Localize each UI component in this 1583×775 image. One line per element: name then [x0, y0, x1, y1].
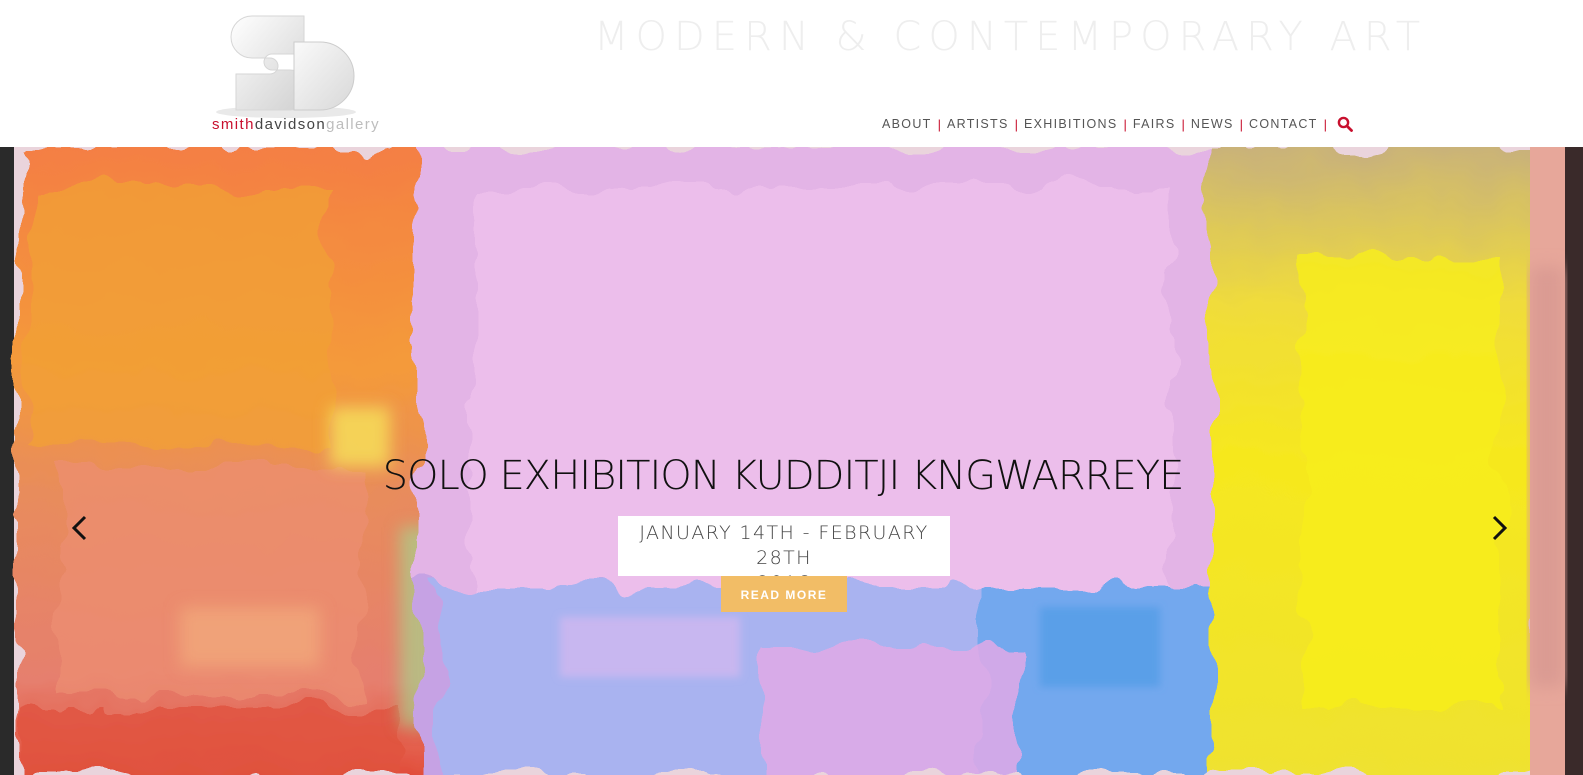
main-nav: ABOUT | ARTISTS | EXHIBITIONS | FAIRS | …: [882, 116, 1353, 132]
nav-separator: |: [1323, 116, 1327, 132]
nav-item-news[interactable]: NEWS: [1191, 117, 1234, 131]
sd-logo-mark-icon: [216, 15, 356, 118]
site-tagline: MODERN & CONTEMPORARY ART: [594, 14, 1428, 60]
chevron-left-icon[interactable]: [68, 513, 92, 543]
exhibition-date-range: JANUARY 14TH - FEBRUARY 28TH: [639, 522, 929, 569]
nav-item-artists[interactable]: ARTISTS: [947, 117, 1009, 131]
nav-separator: |: [1014, 116, 1019, 132]
nav-separator: |: [1239, 116, 1244, 132]
nav-separator: |: [1181, 116, 1185, 132]
nav-separator: |: [1123, 116, 1127, 132]
logo-word-gallery: gallery: [326, 116, 381, 133]
read-more-button[interactable]: READ MORE: [721, 576, 847, 612]
nav-item-exhibitions[interactable]: EXHIBITIONS: [1024, 117, 1117, 131]
nav-item-about[interactable]: ABOUT: [882, 117, 932, 131]
slide-title: SOLO EXHIBITION KUDDITJI KNGWARREYE: [382, 453, 1185, 499]
gallery-logo[interactable]: smithdavidsongallery: [200, 8, 430, 138]
nav-item-contact[interactable]: CONTACT: [1249, 117, 1318, 131]
logo-wordmark: smithdavidsongallery: [212, 116, 380, 133]
logo-word-davidson: davidson: [254, 116, 327, 133]
nav-item-fairs[interactable]: FAIRS: [1133, 117, 1176, 131]
exhibition-dates: JANUARY 14TH - FEBRUARY 28TH 2016: [618, 516, 950, 594]
logo-word-smith: smith: [212, 116, 255, 133]
chevron-right-icon[interactable]: [1487, 513, 1511, 543]
nav-separator: |: [937, 116, 941, 132]
hero-slider: SOLO EXHIBITION KUDDITJI KNGWARREYE JANU…: [0, 147, 1583, 775]
site-header: smithdavidsongallery MODERN & CONTEMPORA…: [0, 0, 1583, 147]
search-icon[interactable]: [1337, 116, 1353, 132]
